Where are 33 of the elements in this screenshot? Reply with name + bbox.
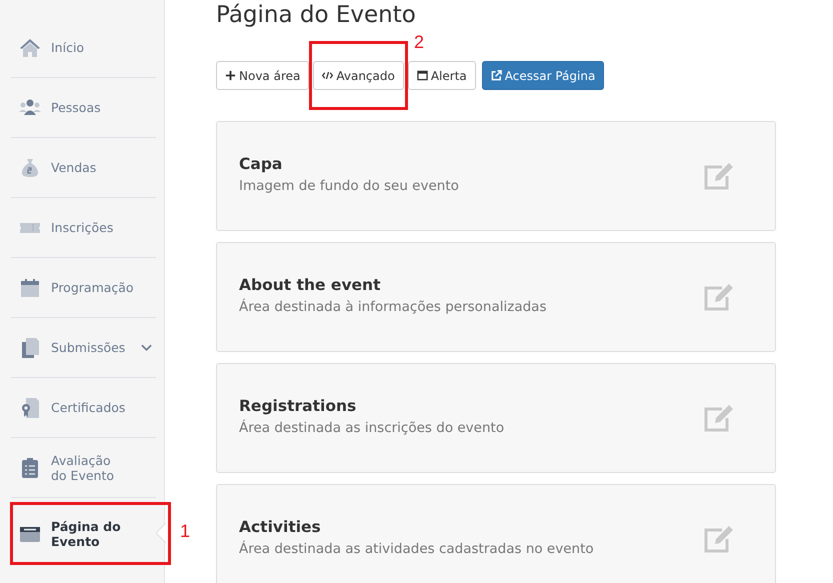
sidebar-item[interactable]: Programação xyxy=(11,258,156,318)
sidebar-item[interactable]: Inscrições xyxy=(11,198,156,258)
sidebar-item[interactable]: Vendas xyxy=(11,138,156,198)
external-link-icon xyxy=(490,70,502,81)
sidebar-item[interactable]: Submissões xyxy=(11,318,156,378)
code-icon xyxy=(322,70,334,81)
sidebar-item[interactable]: Página do Evento xyxy=(11,504,156,563)
edit-icon[interactable] xyxy=(703,525,735,553)
toolbar-button[interactable]: Acessar Página xyxy=(482,61,604,90)
section-title: Capa xyxy=(239,154,284,172)
edit-icon[interactable] xyxy=(703,283,735,311)
section-title: Registrations xyxy=(239,396,358,414)
window-icon xyxy=(416,70,428,81)
toolbar-button[interactable]: Alerta xyxy=(408,61,476,90)
sidebar-item[interactable]: Avaliação do Evento xyxy=(11,438,156,498)
section-description: Área destinada as atividades cadastradas no evento xyxy=(239,540,595,556)
sidebar-item[interactable]: Pessoas xyxy=(11,78,156,138)
section-title: Activities xyxy=(239,518,322,536)
annotation-number: 2 xyxy=(414,32,424,53)
section-description: Área destinada à informações personalizadas xyxy=(239,298,548,314)
plus-icon xyxy=(225,70,236,81)
edit-icon[interactable] xyxy=(703,404,735,432)
sidebar-item[interactable]: Início xyxy=(11,18,156,78)
section-description: Imagem de fundo do seu evento xyxy=(239,178,460,194)
sidebar-item[interactable]: Certificados xyxy=(11,378,156,438)
section-title: About the event xyxy=(239,276,382,294)
page-title: Página do Evento xyxy=(216,1,417,30)
chevron-down-icon[interactable] xyxy=(141,344,152,352)
toolbar-button[interactable]: Nova área xyxy=(216,61,310,90)
section-description: Área destinada as inscrições do evento xyxy=(239,420,506,436)
annotation-number: 1 xyxy=(180,521,190,542)
toolbar-button[interactable]: Avançado xyxy=(313,61,404,90)
edit-icon[interactable] xyxy=(703,162,735,190)
